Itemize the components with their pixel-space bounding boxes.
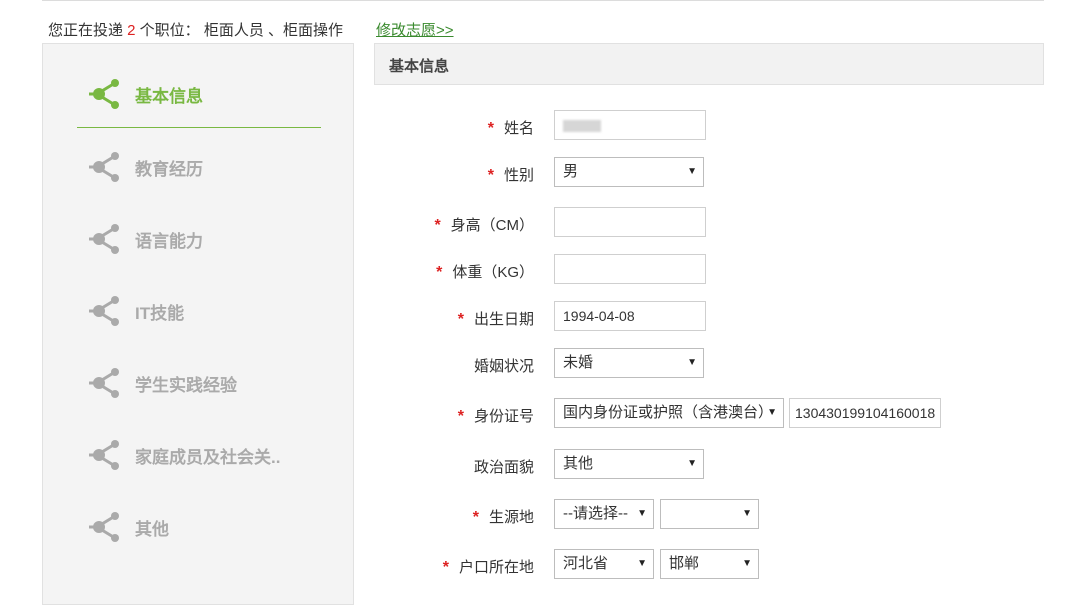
- sidebar-item-label: 家庭成员及社会关..: [135, 447, 281, 467]
- share-node-icon: [89, 440, 119, 470]
- political-label: 政治面貌: [473, 459, 534, 476]
- apply-positions: 个职位： 柜面人员 、柜面操作: [135, 22, 344, 39]
- sidebar-item-education[interactable]: 教育经历: [87, 147, 327, 187]
- hukou-row: * 户口所在地 河北省 ▼ 邯郸 ▼: [374, 549, 1054, 581]
- sidebar-item-basic-info[interactable]: 基本信息: [87, 74, 327, 114]
- political-row: 政治面貌 其他 ▼: [374, 449, 1054, 481]
- sidebar: 基本信息 教育经历 语言能力 IT技能 学生实践经验 家庭成员及社会关.. 其他: [42, 43, 354, 605]
- hukou-province-select[interactable]: 河北省 ▼: [554, 549, 654, 579]
- hukou-label: * 户口所在地: [442, 559, 534, 576]
- share-node-icon: [89, 368, 119, 398]
- apply-count: 2: [127, 22, 136, 39]
- required-mark: *: [434, 217, 441, 234]
- marital-select[interactable]: 未婚 ▼: [554, 348, 704, 378]
- origin-label: * 生源地: [472, 509, 534, 526]
- redacted-name: [563, 120, 601, 132]
- required-mark: *: [472, 509, 479, 526]
- height-row: * 身高（CM）: [374, 207, 1054, 239]
- share-node-icon: [89, 296, 119, 326]
- sidebar-item-label: 教育经历: [135, 159, 203, 179]
- sidebar-item-label: 学生实践经验: [135, 375, 237, 395]
- origin-province-select[interactable]: --请选择-- ▼: [554, 499, 654, 529]
- id-number-input[interactable]: 130430199104160018: [789, 398, 941, 428]
- apply-prefix: 您正在投递: [48, 22, 128, 39]
- sidebar-item-family[interactable]: 家庭成员及社会关..: [87, 435, 327, 475]
- sidebar-item-label: 其他: [135, 519, 169, 539]
- birthdate-label: * 出生日期: [457, 311, 534, 328]
- name-label: * 姓名: [487, 120, 534, 137]
- gender-label: * 性别: [487, 167, 534, 184]
- sidebar-item-other[interactable]: 其他: [87, 507, 327, 547]
- marital-label: 婚姻状况: [473, 358, 534, 375]
- sidebar-item-label: 基本信息: [135, 86, 203, 106]
- id-row: * 身份证号 国内身份证或护照（含港澳台） ▼ 130430199104160018: [374, 398, 1054, 430]
- id-type-select[interactable]: 国内身份证或护照（含港澳台） ▼: [554, 398, 784, 428]
- share-node-icon: [89, 79, 119, 109]
- gender-row: * 性别 男 ▼: [374, 157, 1054, 189]
- name-input[interactable]: [554, 110, 706, 140]
- sidebar-item-label: 语言能力: [135, 231, 203, 251]
- modify-preference-link[interactable]: 修改志愿>>: [376, 19, 454, 40]
- name-row: * 姓名: [374, 110, 1054, 142]
- origin-city-select[interactable]: ▼: [660, 499, 759, 529]
- sidebar-item-practice[interactable]: 学生实践经验: [87, 363, 327, 403]
- share-node-icon: [89, 512, 119, 542]
- top-divider: [42, 0, 1044, 1]
- dropdown-arrow-icon: ▼: [687, 166, 697, 177]
- height-label: * 身高（CM）: [434, 217, 534, 234]
- gender-select[interactable]: 男 ▼: [554, 157, 704, 187]
- marital-row: 婚姻状况 未婚 ▼: [374, 348, 1054, 380]
- dropdown-arrow-icon: ▼: [742, 508, 752, 519]
- required-mark: *: [457, 408, 464, 425]
- section-title: 基本信息: [389, 58, 450, 75]
- dropdown-arrow-icon: ▼: [767, 407, 777, 418]
- dropdown-arrow-icon: ▼: [637, 558, 647, 569]
- active-underline: [77, 127, 321, 128]
- section-header: 基本信息: [374, 43, 1044, 85]
- birthdate-row: * 出生日期 1994-04-08: [374, 301, 1054, 333]
- dropdown-arrow-icon: ▼: [687, 357, 697, 368]
- apply-info: 您正在投递 2 个职位： 柜面人员 、柜面操作: [48, 19, 343, 40]
- required-mark: *: [457, 311, 464, 328]
- share-node-icon: [89, 224, 119, 254]
- height-input[interactable]: [554, 207, 706, 237]
- dropdown-arrow-icon: ▼: [742, 558, 752, 569]
- required-mark: *: [436, 264, 443, 281]
- political-select[interactable]: 其他 ▼: [554, 449, 704, 479]
- dropdown-arrow-icon: ▼: [687, 458, 697, 469]
- birthdate-input[interactable]: 1994-04-08: [554, 301, 706, 331]
- sidebar-item-label: IT技能: [135, 303, 185, 323]
- weight-input[interactable]: [554, 254, 706, 284]
- origin-row: * 生源地 --请选择-- ▼ ▼: [374, 499, 1054, 531]
- share-node-icon: [89, 152, 119, 182]
- weight-row: * 体重（KG）: [374, 254, 1054, 286]
- required-mark: *: [487, 167, 494, 184]
- dropdown-arrow-icon: ▼: [637, 508, 647, 519]
- sidebar-item-it-skills[interactable]: IT技能: [87, 291, 327, 331]
- weight-label: * 体重（KG）: [436, 264, 534, 281]
- hukou-city-select[interactable]: 邯郸 ▼: [660, 549, 759, 579]
- required-mark: *: [487, 120, 494, 137]
- required-mark: *: [442, 559, 449, 576]
- sidebar-item-language[interactable]: 语言能力: [87, 219, 327, 259]
- id-label: * 身份证号: [457, 408, 534, 425]
